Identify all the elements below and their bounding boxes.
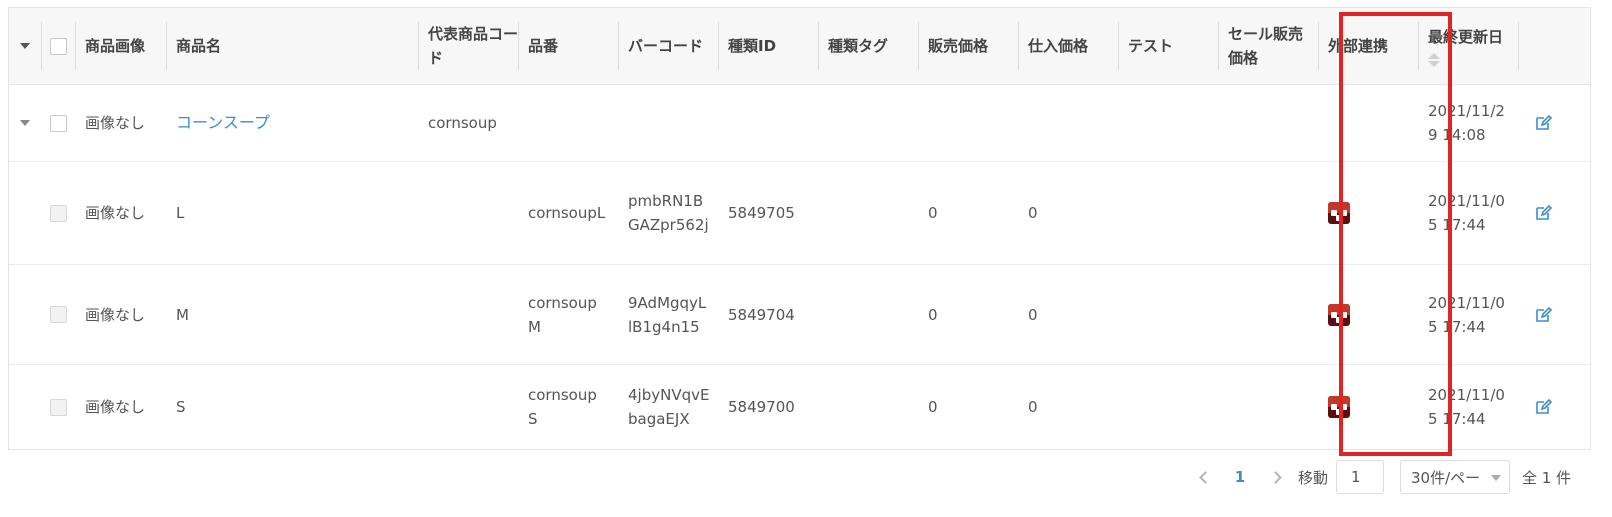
select-all-checkbox[interactable] [42,8,74,84]
product-name: M [176,305,189,324]
external-link-icon [1328,396,1350,418]
cost-price: 0 [1028,204,1038,222]
caret-down-icon [20,120,30,126]
table-row[interactable]: 画像なし S cornsoupS 4jbyNVqvEbagaEJX 584970… [9,365,1590,449]
product-name: L [176,204,185,222]
last-updated: 2021/11/05 17:44 [1428,386,1505,428]
part-number: cornsoupS [528,386,597,428]
sort-icon[interactable] [1428,53,1440,67]
header-last-updated[interactable]: 最終更新日 [1418,8,1518,84]
product-name-link[interactable]: コーンスープ [166,85,416,161]
chevron-right-icon [1268,470,1282,484]
part-number: cornsoupL [528,204,606,222]
header-test[interactable]: テスト [1118,8,1218,84]
header-cost-price[interactable]: 仕入価格 [1018,8,1118,84]
type-id: 5849700 [728,398,795,416]
sale-price: 0 [928,398,938,416]
edit-icon [1536,306,1552,322]
header-last-updated-label: 最終更新日 [1428,28,1504,46]
header-name[interactable]: 商品名 [166,8,416,84]
barcode: 9AdMgqyLlB1g4n15 [628,293,707,336]
table-row[interactable]: 画像なし コーンスープ cornsoup 2021/11/29 14:08 [9,85,1590,162]
header-representative-code[interactable]: 代表商品コード [418,8,518,84]
jump-page-input[interactable]: 1 [1336,460,1385,494]
representative-code: cornsoup [428,114,497,132]
cost-price: 0 [1028,305,1038,324]
last-updated: 2021/11/05 17:44 [1428,293,1505,336]
edit-icon [1536,204,1552,220]
row-checkbox[interactable] [42,365,74,449]
jump-label: 移動 [1298,468,1329,487]
page-size-select[interactable]: 30件/ペー [1400,460,1511,494]
page-number[interactable]: 1 [1220,468,1260,486]
chevron-down-icon [1491,475,1502,481]
table-row[interactable]: 画像なし M cornsoupM 9AdMgqyLlB1g4n15 584970… [9,265,1590,365]
edit-button[interactable] [1518,265,1568,364]
last-updated: 2021/11/05 17:44 [1428,192,1505,234]
next-page-button[interactable] [1260,470,1290,484]
pagination: 1 移動 1 30件/ペー 全 1 件 [1190,460,1571,494]
header-sale-special-price[interactable]: セール販売価格 [1218,8,1314,84]
edit-button[interactable] [1518,85,1568,161]
barcode: pmbRN1BGAZpr562j [628,192,709,234]
external-integration-button[interactable] [1318,265,1418,364]
type-id: 5849705 [728,204,795,222]
header-type-id[interactable]: 種類ID [718,8,818,84]
row-checkbox[interactable] [42,162,74,264]
last-updated: 2021/11/29 14:08 [1428,102,1505,144]
header-part-number[interactable]: 品番 [518,8,618,84]
product-table: 商品画像 商品名 代表商品コード 品番 バーコード 種類ID 種類タグ 販売価格… [8,7,1591,450]
part-number: cornsoupM [528,293,597,336]
page-size-value: 30件/ペー [1411,468,1481,487]
product-image: 画像なし [85,114,146,132]
edit-button[interactable] [1518,162,1568,264]
product-image: 画像なし [85,204,146,222]
edit-icon [1536,114,1552,130]
cost-price: 0 [1028,398,1038,416]
row-checkbox[interactable] [42,265,74,364]
row-expand-toggle[interactable] [9,85,41,161]
external-integration-button[interactable] [1318,162,1418,264]
header-image[interactable]: 商品画像 [75,8,163,84]
product-name: S [176,398,186,416]
sale-price: 0 [928,305,938,324]
total-count: 全 1 件 [1522,468,1572,487]
sale-price: 0 [928,204,938,222]
external-link-icon [1328,303,1350,326]
type-id: 5849704 [728,305,795,324]
chevron-left-icon [1198,470,1212,484]
edit-button[interactable] [1518,365,1568,449]
table-row[interactable]: 画像なし L cornsoupL pmbRN1BGAZpr562j 584970… [9,162,1590,265]
expand-all-toggle[interactable] [9,8,41,84]
edit-icon [1536,398,1552,414]
header-external-integration[interactable]: 外部連携 [1318,8,1418,84]
product-image: 画像なし [85,305,146,324]
external-link-icon [1328,202,1350,224]
external-integration-button[interactable] [1318,365,1418,449]
product-image: 画像なし [85,398,146,416]
table-header: 商品画像 商品名 代表商品コード 品番 バーコード 種類ID 種類タグ 販売価格… [9,8,1590,85]
header-sale-price[interactable]: 販売価格 [918,8,1018,84]
prev-page-button[interactable] [1190,470,1220,484]
row-checkbox[interactable] [42,85,74,161]
barcode: 4jbyNVqvEbagaEJX [628,386,710,428]
header-type-tag[interactable]: 種類タグ [818,8,918,84]
header-barcode[interactable]: バーコード [618,8,718,84]
caret-down-icon [20,43,30,49]
